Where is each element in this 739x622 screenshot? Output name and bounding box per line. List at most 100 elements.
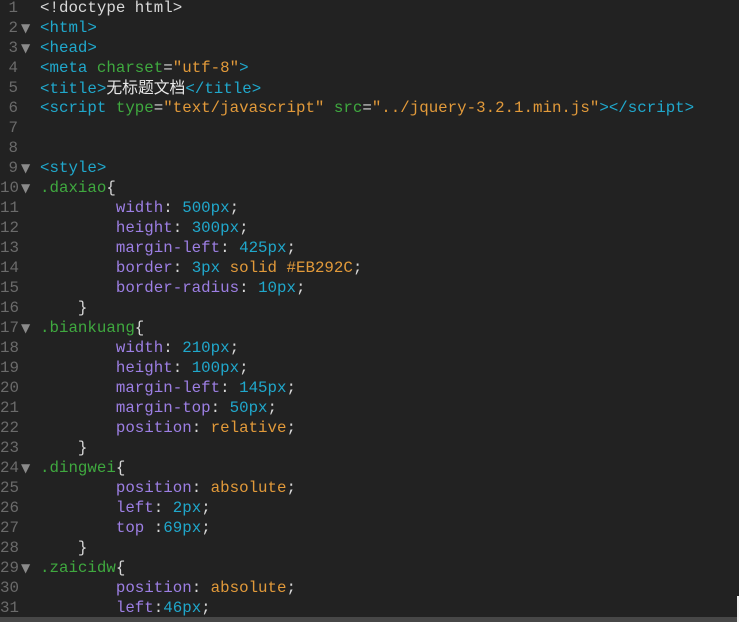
code-line[interactable]: 4 <meta charset="utf-8"> bbox=[0, 58, 739, 78]
token-prop: width bbox=[115, 199, 164, 217]
code-line[interactable]: 18 width: 210px; bbox=[0, 338, 739, 358]
token-prop: top bbox=[115, 519, 145, 537]
token-plain: { bbox=[106, 179, 116, 197]
code-line[interactable]: 14 border: 3px solid #EB292C; bbox=[0, 258, 739, 278]
token-plain: <!doctype html> bbox=[40, 0, 183, 17]
token-prop: position bbox=[115, 419, 192, 437]
token-plain: ; bbox=[229, 339, 240, 357]
code-line[interactable]: 26 left: 2px; bbox=[0, 498, 739, 518]
token-plain: ; bbox=[286, 379, 296, 397]
token-attr: src bbox=[333, 99, 363, 117]
code-line[interactable]: 5 <title>无标题文档</title> bbox=[0, 78, 739, 98]
code-line[interactable]: 3 ▼ <head> bbox=[0, 38, 739, 58]
code-line[interactable]: 21 margin-top: 50px; bbox=[0, 398, 739, 418]
horizontal-scrollbar[interactable] bbox=[0, 617, 739, 622]
token-prop: left bbox=[115, 599, 154, 617]
code-text: <!doctype html> bbox=[40, 0, 182, 18]
code-line[interactable]: 13 margin-left: 425px; bbox=[0, 238, 739, 258]
line-number: 30 bbox=[0, 579, 19, 597]
code-editor[interactable]: 1 <!doctype html> 2 ▼ <html> 3 ▼ <head> 4 <meta c… bbox=[0, 0, 739, 618]
code-text: } bbox=[40, 298, 88, 318]
code-line[interactable]: 25 position: absolute; bbox=[0, 478, 739, 498]
line-number: 10 bbox=[0, 179, 19, 197]
token-prop: margin-left bbox=[115, 379, 221, 397]
code-text: margin-left: 425px; bbox=[40, 238, 296, 258]
code-line[interactable]: 11 width: 500px; bbox=[0, 198, 739, 218]
token-prop: height bbox=[115, 359, 173, 377]
token-tag: <meta bbox=[40, 59, 97, 77]
code-line[interactable]: 31 left:46px; bbox=[0, 598, 739, 618]
token-plain: ; bbox=[286, 479, 296, 497]
fold-arrow-icon[interactable]: ▼ bbox=[21, 18, 30, 38]
code-line[interactable]: 12 height: 300px; bbox=[0, 218, 739, 238]
line-number: 22 bbox=[0, 419, 19, 437]
token-val: absolute bbox=[210, 579, 287, 597]
line-number: 16 bbox=[0, 299, 19, 317]
token-plain: : bbox=[220, 239, 240, 257]
code-line[interactable]: 7 bbox=[0, 118, 739, 138]
token-plain: ; bbox=[201, 499, 211, 517]
token-plain: = bbox=[153, 99, 164, 117]
code-line[interactable]: 15 border-radius: 10px; bbox=[0, 278, 739, 298]
token-plain: : bbox=[153, 499, 173, 517]
code-line[interactable]: 23 } bbox=[0, 438, 739, 458]
fold-arrow-icon[interactable]: ▼ bbox=[21, 38, 30, 58]
code-line[interactable]: 10 ▼ .daxiao{ bbox=[0, 178, 739, 198]
token-sel: .dingwei bbox=[40, 459, 116, 477]
token-sel: .daxiao bbox=[40, 179, 107, 197]
line-number: 9 bbox=[8, 159, 18, 177]
token-prop: margin-left bbox=[115, 239, 221, 257]
line-number: 23 bbox=[0, 439, 19, 457]
token-prop: height bbox=[115, 219, 173, 237]
token-plain: } bbox=[40, 539, 88, 557]
code-line[interactable]: 29 ▼ .zaicidw{ bbox=[0, 558, 739, 578]
code-line[interactable]: 9 ▼ <style> bbox=[0, 158, 739, 178]
line-number: 4 bbox=[8, 59, 18, 77]
code-text: margin-left: 145px; bbox=[40, 378, 296, 398]
token-plain: { bbox=[115, 559, 126, 577]
line-number: 20 bbox=[0, 379, 19, 397]
token-plain: ; bbox=[286, 579, 296, 597]
token-str: "utf-8" bbox=[172, 59, 240, 77]
code-line[interactable]: 16 } bbox=[0, 298, 739, 318]
fold-arrow-icon[interactable]: ▼ bbox=[21, 178, 30, 198]
line-number: 1 bbox=[8, 0, 18, 17]
code-line[interactable]: 2 ▼ <html> bbox=[0, 18, 739, 38]
token-prop: left bbox=[115, 499, 154, 517]
code-text: <html> bbox=[40, 18, 97, 38]
code-line[interactable]: 17 ▼ .biankuang{ bbox=[0, 318, 739, 338]
line-number: 2 bbox=[8, 19, 18, 37]
token-prop: position bbox=[115, 479, 192, 497]
token-plain: = bbox=[163, 59, 173, 77]
code-text: border-radius: 10px; bbox=[40, 278, 306, 298]
token-plain: : bbox=[220, 379, 240, 397]
fold-arrow-icon[interactable]: ▼ bbox=[21, 158, 30, 178]
fold-arrow-icon[interactable]: ▼ bbox=[21, 458, 30, 478]
fold-arrow-icon[interactable]: ▼ bbox=[21, 318, 30, 338]
token-num: 500px bbox=[182, 199, 230, 217]
token-prop: border bbox=[115, 259, 173, 277]
token-plain: : bbox=[191, 479, 211, 497]
code-line[interactable]: 20 margin-left: 145px; bbox=[0, 378, 739, 398]
code-line[interactable]: 6 <script type="text/javascript" src="../… bbox=[0, 98, 739, 118]
code-line[interactable]: 24 ▼ .dingwei{ bbox=[0, 458, 739, 478]
code-line[interactable]: 19 height: 100px; bbox=[0, 358, 739, 378]
token-attr: type bbox=[115, 99, 154, 117]
fold-arrow-icon[interactable]: ▼ bbox=[21, 558, 30, 578]
token-num: 2px bbox=[172, 499, 202, 517]
code-line[interactable]: 1 <!doctype html> bbox=[0, 0, 739, 18]
line-number: 14 bbox=[0, 259, 19, 277]
token-tag: <style> bbox=[40, 159, 107, 177]
code-line[interactable]: 28 } bbox=[0, 538, 739, 558]
token-num: 300px bbox=[191, 219, 240, 237]
token-sel: .zaicidw bbox=[40, 559, 116, 577]
code-line[interactable]: 30 position: absolute; bbox=[0, 578, 739, 598]
code-line[interactable]: 8 bbox=[0, 138, 739, 158]
token-plain: ; bbox=[201, 519, 211, 537]
code-line[interactable]: 22 position: relative; bbox=[0, 418, 739, 438]
token-val: solid #EB292C bbox=[220, 259, 353, 277]
code-line[interactable]: 27 top :69px; bbox=[0, 518, 739, 538]
